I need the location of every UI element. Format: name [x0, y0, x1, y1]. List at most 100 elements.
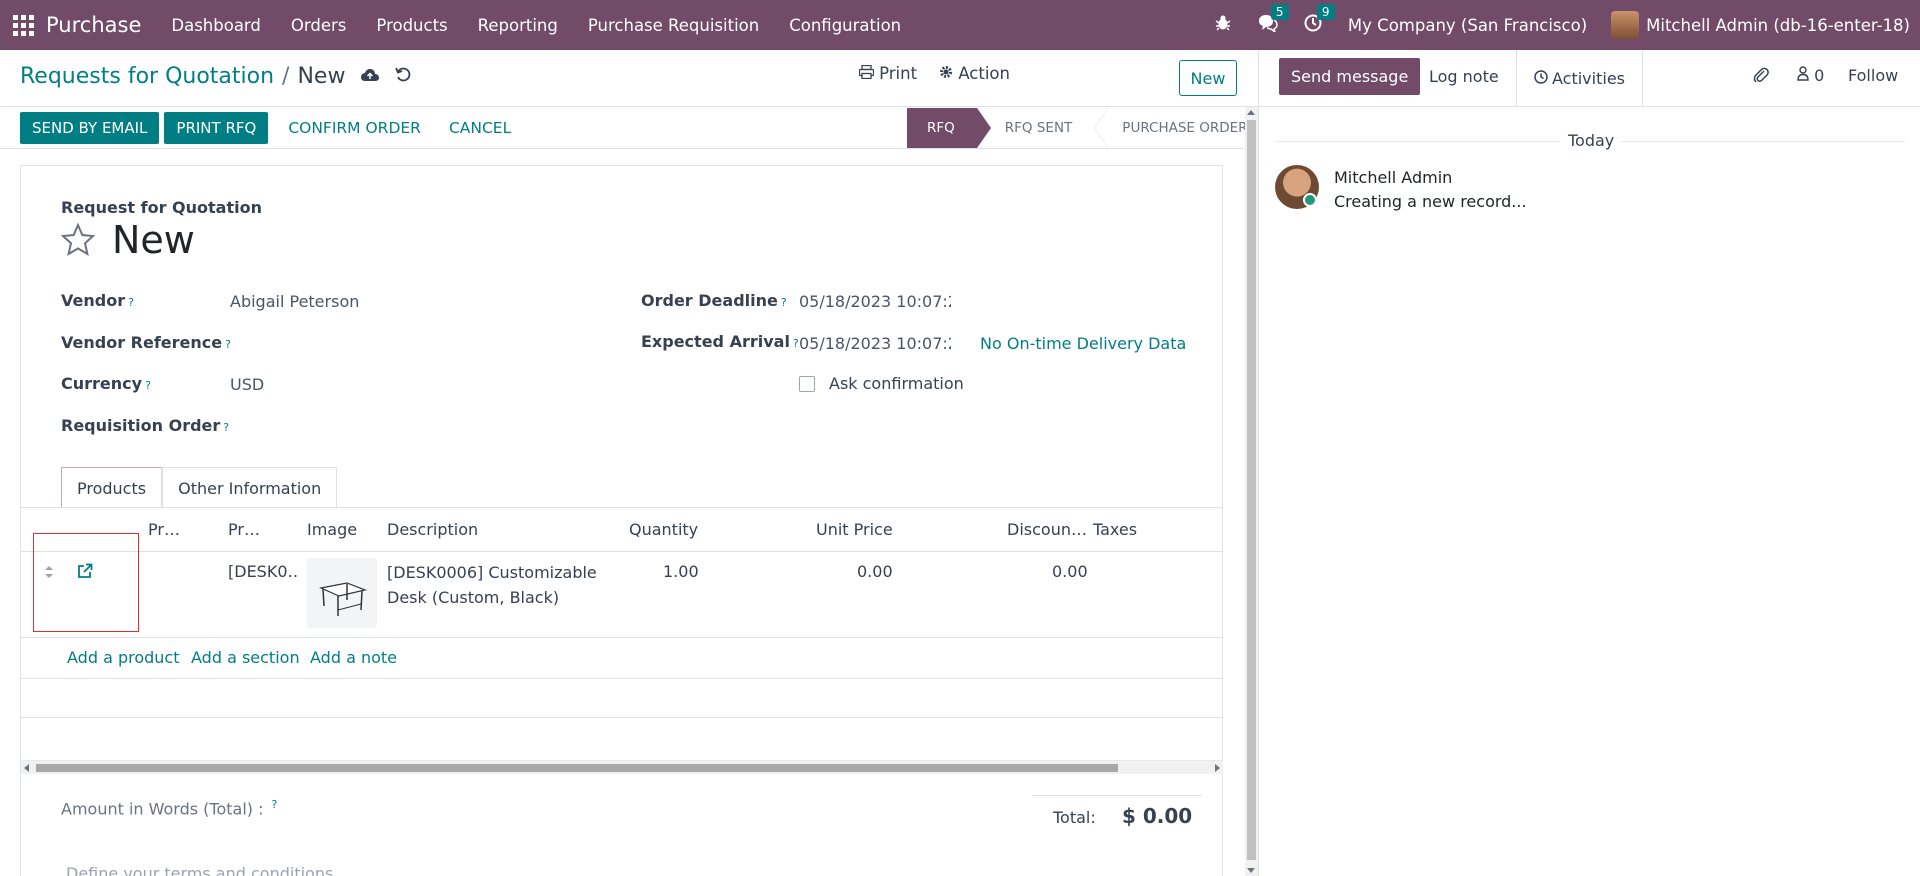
stage-rfq[interactable]: RFQ [907, 108, 991, 148]
row-discount-cell[interactable]: 0.00 [1052, 562, 1088, 581]
debug-bug-icon[interactable] [1214, 14, 1232, 37]
printer-icon [858, 64, 879, 83]
help-tooltip-icon[interactable]: ? [128, 296, 134, 309]
help-tooltip-icon[interactable]: ? [793, 337, 799, 350]
app-brand[interactable]: Purchase [46, 13, 141, 37]
expected-arrival-label: Expected Arrival? [641, 332, 799, 351]
menu-reporting[interactable]: Reporting [478, 16, 558, 35]
column-taxes-header[interactable]: Taxes [1093, 520, 1137, 539]
row-divider [21, 637, 1223, 638]
tab-other-information[interactable]: Other Information [162, 467, 338, 508]
terms-and-conditions-field[interactable]: Define your terms and conditions ... [66, 864, 354, 876]
activities-button[interactable]: Activities [1516, 50, 1643, 106]
help-tooltip-icon[interactable]: ? [223, 421, 229, 434]
menu-purchase-requisition[interactable]: Purchase Requisition [588, 16, 759, 35]
scroll-up-arrow-icon[interactable] [1247, 110, 1255, 115]
scroll-down-arrow-icon[interactable] [1247, 868, 1255, 873]
expected-arrival-field[interactable]: 05/18/2023 10:07:26 [799, 334, 951, 353]
activities-clock-icon[interactable]: 9 [1304, 3, 1335, 37]
new-record-button[interactable]: New [1179, 60, 1237, 96]
column-product-variant-header[interactable]: Pr… [228, 520, 260, 539]
order-deadline-label-text: Order Deadline [641, 291, 778, 310]
stage-rfq-sent[interactable]: RFQ SENT [977, 108, 1095, 148]
column-unit-price-header[interactable]: Unit Price [816, 520, 893, 539]
ask-confirmation-checkbox[interactable] [799, 376, 815, 392]
user-avatar[interactable] [1611, 11, 1640, 39]
row-product-cell[interactable]: [DESK0… [228, 562, 298, 581]
help-tooltip-icon[interactable]: ? [145, 379, 151, 392]
description-line-2: Desk (Custom, Black) [387, 588, 560, 607]
requisition-order-field[interactable] [230, 416, 590, 438]
save-cloud-icon[interactable] [361, 66, 380, 87]
cancel-button[interactable]: CANCEL [449, 119, 511, 137]
attachment-paperclip-icon[interactable] [1753, 66, 1769, 88]
record-title[interactable]: New [112, 218, 195, 262]
add-section-link[interactable]: Add a section [191, 648, 300, 667]
breadcrumb: Requests for Quotation / New [20, 64, 411, 89]
online-status-icon [1303, 193, 1317, 207]
amount-in-words-text: Amount in Words (Total) : [61, 799, 264, 819]
notebook-tabs: Products Other Information [61, 467, 338, 508]
user-menu[interactable]: Mitchell Admin (db-16-enter-18) [1646, 16, 1910, 35]
date-separator-label: Today [1560, 131, 1623, 150]
messages-icon[interactable]: 5 [1258, 3, 1289, 37]
menu-configuration[interactable]: Configuration [789, 16, 901, 35]
add-note-link[interactable]: Add a note [310, 648, 397, 667]
menu-products[interactable]: Products [376, 16, 447, 35]
apps-menu-button[interactable] [0, 0, 46, 50]
amount-in-words-label: Amount in Words (Total) :? [61, 798, 277, 818]
form-title-label: Request for Quotation [61, 198, 262, 217]
help-tooltip-icon[interactable]: ? [781, 296, 787, 309]
follow-button[interactable]: Follow [1848, 66, 1898, 85]
add-product-link[interactable]: Add a product [67, 648, 180, 667]
product-image [307, 558, 377, 628]
order-deadline-field[interactable]: 05/18/2023 10:07:26 [799, 292, 951, 311]
print-rfq-button[interactable]: PRINT RFQ [164, 112, 269, 144]
horizontal-scroll-thumb[interactable] [36, 764, 1118, 772]
menu-dashboard[interactable]: Dashboard [171, 16, 261, 35]
vertical-scroll-thumb[interactable] [1247, 120, 1256, 860]
send-by-email-button[interactable]: SEND BY EMAIL [20, 112, 160, 144]
breadcrumb-parent[interactable]: Requests for Quotation [20, 64, 274, 89]
print-label: Print [879, 64, 918, 83]
on-time-delivery-link[interactable]: No On-time Delivery Data [980, 334, 1186, 353]
desk-icon [319, 582, 368, 616]
followers-button[interactable]: 0 [1797, 66, 1824, 85]
description-line-1: [DESK0006] Customizable [387, 563, 597, 582]
priority-star-icon[interactable] [60, 222, 96, 258]
control-panel-divider [0, 106, 1258, 107]
row-unit-price-cell[interactable]: 0.00 [857, 562, 893, 581]
menu-orders[interactable]: Orders [291, 16, 347, 35]
help-tooltip-icon[interactable]: ? [272, 798, 278, 811]
discard-undo-icon[interactable] [395, 66, 411, 87]
scroll-left-arrow-icon[interactable] [24, 764, 29, 772]
horizontal-scrollbar[interactable] [21, 760, 1223, 774]
followers-count: 0 [1814, 66, 1825, 85]
currency-label-text: Currency [61, 374, 143, 393]
print-button[interactable]: Print [858, 64, 918, 83]
total-divider [1032, 795, 1202, 796]
row-description-cell[interactable]: [DESK0006] Customizable Desk (Custom, Bl… [387, 560, 597, 610]
tab-products[interactable]: Products [61, 467, 163, 508]
stage-purchase-order[interactable]: PURCHASE ORDER [1094, 108, 1269, 148]
vendor-label: Vendor? [61, 291, 134, 310]
column-description-header[interactable]: Description [387, 520, 478, 539]
scroll-right-arrow-icon[interactable] [1215, 764, 1220, 772]
vendor-reference-label: Vendor Reference? [61, 333, 231, 352]
company-switcher[interactable]: My Company (San Francisco) [1348, 16, 1587, 35]
log-note-button[interactable]: Log note [1429, 67, 1499, 86]
action-button[interactable]: Action [939, 64, 1010, 83]
column-discount-header[interactable]: Discoun… [1007, 520, 1087, 539]
send-message-button[interactable]: Send message [1279, 58, 1421, 95]
column-quantity-header[interactable]: Quantity [629, 520, 698, 539]
activities-label: Activities [1552, 68, 1625, 88]
vendor-reference-field[interactable] [230, 333, 590, 355]
row-quantity-cell[interactable]: 1.00 [663, 562, 699, 581]
confirm-order-button[interactable]: CONFIRM ORDER [288, 119, 421, 137]
currency-field[interactable]: USD [230, 375, 264, 394]
column-image-header[interactable]: Image [307, 520, 357, 539]
column-product-header[interactable]: Pr… [148, 520, 180, 539]
vendor-field[interactable]: Abigail Peterson [230, 292, 359, 311]
message-author[interactable]: Mitchell Admin [1334, 168, 1452, 187]
vertical-scrollbar[interactable] [1245, 107, 1258, 876]
